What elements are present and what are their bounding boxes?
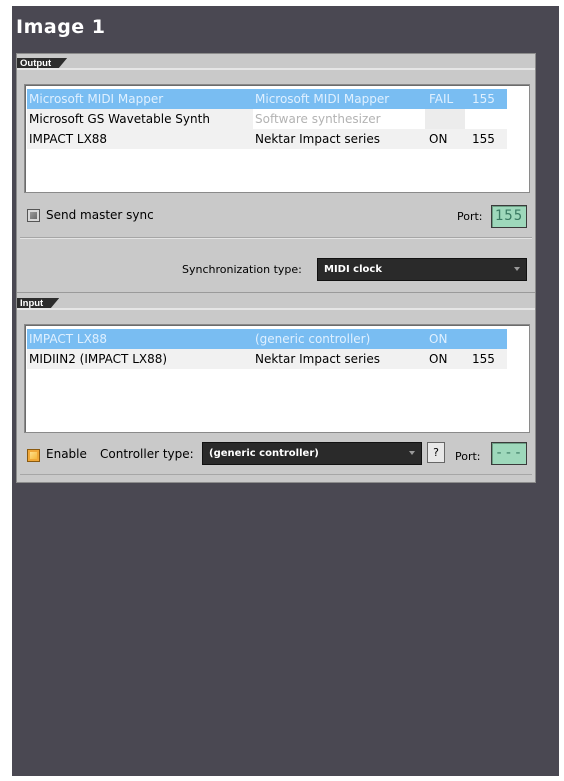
controller-help-button[interactable]: ? <box>427 442 445 463</box>
device-port: 155 <box>472 92 495 106</box>
input-divider <box>20 474 532 475</box>
output-port-label: Port: <box>457 210 483 223</box>
enable-checkbox[interactable] <box>27 449 40 462</box>
send-master-sync-checkbox[interactable] <box>27 209 40 222</box>
device-description: Nektar Impact series <box>255 352 380 366</box>
device-name: IMPACT LX88 <box>29 332 108 346</box>
device-name: IMPACT LX88 <box>29 132 108 146</box>
controller-type-dropdown[interactable]: (generic controller) <box>202 442 422 465</box>
device-description: Microsoft MIDI Mapper <box>255 92 390 106</box>
output-row-microsoft-midi-mapper[interactable]: Microsoft MIDI Mapper Microsoft MIDI Map… <box>27 89 507 109</box>
input-divider-dark <box>17 292 535 293</box>
enable-label: Enable <box>46 447 87 461</box>
device-description: Software synthesizer <box>255 112 381 126</box>
device-name: Microsoft MIDI Mapper <box>29 92 164 106</box>
controller-type-label: Controller type: <box>100 447 194 461</box>
device-description: Nektar Impact series <box>255 132 380 146</box>
device-status: ON <box>429 132 448 146</box>
device-status: ON <box>429 352 448 366</box>
device-name: MIDIIN2 (IMPACT LX88) <box>29 352 168 366</box>
input-port-label: Port: <box>455 450 481 463</box>
sync-type-label: Synchronization type: <box>182 263 302 276</box>
output-port-display[interactable]: 155 <box>491 205 527 228</box>
device-name: Microsoft GS Wavetable Synth <box>29 112 210 126</box>
midi-settings-panel: Output Microsoft MIDI Mapper Microsoft M… <box>16 53 536 483</box>
output-row-gs-wavetable[interactable]: Microsoft GS Wavetable Synth Software sy… <box>27 109 509 129</box>
row-shade <box>425 109 465 129</box>
checkbox-mark <box>30 452 37 459</box>
controller-type-value: (generic controller) <box>209 448 319 459</box>
sync-type-value: MIDI clock <box>324 264 382 275</box>
input-row-midiin2[interactable]: MIDIIN2 (IMPACT LX88) Nektar Impact seri… <box>27 349 509 369</box>
input-device-list[interactable]: IMPACT LX88 (generic controller) ON MIDI… <box>24 324 530 433</box>
checkbox-mark <box>30 212 37 219</box>
device-status: FAIL <box>429 92 454 106</box>
output-device-list[interactable]: Microsoft MIDI Mapper Microsoft MIDI Map… <box>24 84 530 193</box>
chevron-down-icon <box>409 451 415 455</box>
chevron-down-icon <box>514 267 520 271</box>
output-section-rule <box>17 68 535 70</box>
sync-type-dropdown[interactable]: MIDI clock <box>317 258 527 281</box>
image-title: Image 1 <box>16 16 106 38</box>
input-port-display[interactable]: --- <box>491 442 527 465</box>
device-port: 155 <box>472 352 495 366</box>
input-section-rule <box>17 308 535 310</box>
input-row-impact-lx88[interactable]: IMPACT LX88 (generic controller) ON <box>27 329 507 349</box>
output-divider-highlight <box>20 238 532 239</box>
device-description: (generic controller) <box>255 332 371 346</box>
output-row-impact-lx88[interactable]: IMPACT LX88 Nektar Impact series ON 155 <box>27 129 509 149</box>
send-master-sync-label: Send master sync <box>46 208 154 222</box>
device-port: 155 <box>472 132 495 146</box>
device-status: ON <box>429 332 448 346</box>
